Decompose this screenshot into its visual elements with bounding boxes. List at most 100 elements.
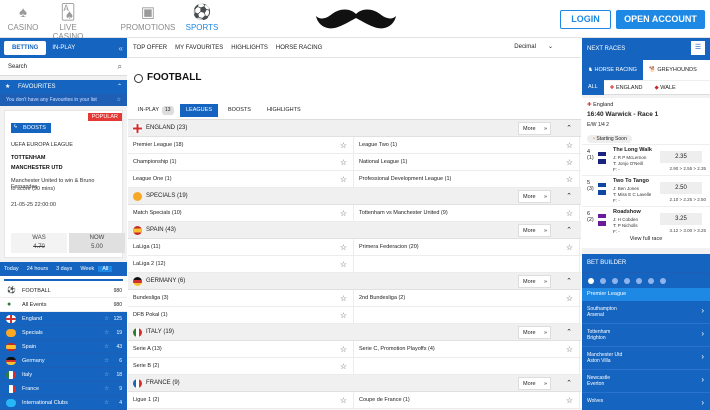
filter-all[interactable]: ALL — [582, 80, 604, 95]
league-item[interactable]: Serie A (13) ☆ — [128, 341, 354, 357]
chevron-up-icon[interactable]: ⌃ — [117, 80, 122, 94]
chevron-up-icon[interactable]: ⌃ — [566, 222, 572, 239]
star-icon[interactable]: ☆ — [104, 368, 109, 382]
league-item[interactable]: Tottenham vs Manchester United (9) ☆ — [354, 205, 580, 221]
sport-spain[interactable]: Spain ☆ 43 — [0, 340, 127, 354]
star-icon[interactable]: ☆ — [566, 392, 573, 409]
league-item[interactable]: Professional Development League (1) ☆ — [354, 171, 580, 187]
time-3-days[interactable]: 3 days — [52, 266, 76, 272]
boost-card[interactable]: POPULAR ϟ BOOSTS UEFA EUROPA LEAGUE TOTTE… — [4, 110, 125, 258]
star-icon[interactable]: ☆ — [566, 154, 573, 171]
time-24-hours[interactable]: 24 hours — [23, 266, 52, 272]
tab-horse-racing[interactable]: ♞ HORSE RACING — [582, 60, 643, 80]
basketball-icon[interactable] — [600, 277, 606, 284]
more-button[interactable]: More » — [518, 190, 551, 203]
bet-builder-match[interactable]: Manchester Utd Aston Villa › — [582, 347, 710, 370]
sport-england[interactable]: England ☆ 125 — [0, 312, 127, 326]
star-icon[interactable]: ☆ — [566, 205, 573, 222]
star-icon[interactable]: ☆ — [340, 307, 347, 324]
tab-in-play[interactable]: IN-PLAY 13 — [138, 104, 174, 117]
star-icon[interactable]: ☆ — [340, 205, 347, 222]
star-icon[interactable]: ☆ — [340, 171, 347, 188]
runner-name[interactable]: The Long Walk — [613, 147, 652, 153]
more-button[interactable]: More » — [518, 122, 551, 135]
view-full-race-link[interactable]: View full race — [582, 236, 710, 242]
chevron-up-icon[interactable]: ⌃ — [566, 273, 572, 290]
league-item[interactable]: LaLiga (11) ☆ — [128, 239, 354, 255]
star-icon[interactable]: ☆ — [104, 326, 109, 340]
time-week[interactable]: Week — [76, 266, 98, 272]
football-icon[interactable] — [660, 277, 666, 284]
star-icon[interactable]: ☆ — [340, 239, 347, 256]
sport-specials[interactable]: Specials ☆ 19 — [0, 326, 127, 340]
bet-builder-match[interactable]: Wolves › — [582, 393, 710, 410]
league-item[interactable]: Ligue 1 (2) ☆ — [128, 392, 354, 408]
tab-leagues[interactable]: LEAGUES — [180, 104, 218, 117]
time-all[interactable]: All — [98, 266, 113, 272]
chevron-up-icon[interactable]: ⌃ — [566, 324, 572, 341]
chevron-up-icon[interactable]: ⌃ — [566, 120, 572, 137]
rugby-icon[interactable] — [648, 277, 654, 284]
league-item[interactable]: DFB Pokal (1) ☆ — [128, 307, 354, 323]
league-item[interactable]: League Two (1) ☆ — [354, 137, 580, 153]
more-button[interactable]: More » — [518, 326, 551, 339]
bet-builder-match[interactable]: Tottenham Brighton › — [582, 324, 710, 347]
country-header[interactable]: ENGLAND (23) More » ⌃ — [128, 120, 581, 137]
country-header[interactable]: GERMANY (6) More » ⌃ — [128, 273, 581, 290]
race-title[interactable]: 16:40 Warwick - Race 1 — [587, 111, 658, 118]
star-icon[interactable]: ☆ — [104, 312, 109, 326]
star-icon[interactable]: ☆ — [566, 341, 573, 358]
league-item[interactable]: Match Specials (10) ☆ — [128, 205, 354, 221]
league-item[interactable]: Championship (1) ☆ — [128, 154, 354, 170]
sport-international-clubs[interactable]: International Clubs ☆ 4 — [0, 396, 127, 410]
star-icon[interactable]: ☆ — [340, 154, 347, 171]
time-today[interactable]: Today — [0, 266, 23, 272]
filter-england[interactable]: ✚ ENGLAND — [604, 85, 649, 91]
league-item[interactable]: Bundesliga (3) ☆ — [128, 290, 354, 306]
star-icon[interactable]: ☆ — [104, 382, 109, 396]
more-button[interactable]: More » — [518, 224, 551, 237]
tab-betting[interactable]: BETTING — [4, 41, 47, 55]
bet-builder-match[interactable]: Southampton Arsenal › — [582, 301, 710, 324]
chevron-up-icon[interactable]: ⌃ — [566, 188, 572, 205]
sport-italy[interactable]: Italy ☆ 18 — [0, 368, 127, 382]
league-item[interactable]: LaLiga 2 (12) ☆ — [128, 256, 354, 272]
odds-button[interactable]: 2.35 — [660, 151, 702, 163]
nav-sports[interactable]: ⚽ SPORTS — [184, 4, 220, 32]
star-icon[interactable]: ☆ — [566, 290, 573, 307]
favourites-header[interactable]: ★ FAVOURITES ⌃ — [0, 80, 127, 94]
odds-button[interactable]: 2.50 — [660, 182, 702, 194]
league-item[interactable]: Serie C, Promotion Playoffs (4) ☆ — [354, 341, 580, 357]
open-account-button[interactable]: OPEN ACCOUNT — [616, 10, 705, 29]
nav-promotions[interactable]: ▣ PROMOTIONS — [116, 4, 180, 32]
star-icon[interactable]: ☆ — [104, 354, 109, 368]
country-header[interactable]: SPECIALS (19) More » ⌃ — [128, 188, 581, 205]
league-item[interactable]: Primera Federacion (20) ☆ — [354, 239, 580, 255]
star-icon[interactable]: ☆ — [340, 290, 347, 307]
search-icon[interactable]: ⌕ — [118, 58, 122, 76]
star-icon[interactable]: ☆ — [340, 358, 347, 375]
sport-france[interactable]: France ☆ 9 — [0, 382, 127, 396]
league-item[interactable]: League One (1) ☆ — [128, 171, 354, 187]
odds-format-select[interactable]: Decimal ⌄ — [514, 43, 553, 50]
runner-name[interactable]: Roadshow — [613, 209, 641, 215]
search-input[interactable]: Search ⌕ — [0, 58, 127, 76]
baseball-icon[interactable] — [624, 277, 630, 284]
star-icon[interactable]: ☆ — [340, 256, 347, 273]
league-item[interactable]: Premier League (18) ☆ — [128, 137, 354, 153]
time-slider[interactable] — [0, 276, 127, 284]
menu-highlights[interactable]: HIGHLIGHTS — [228, 45, 271, 51]
star-icon[interactable]: ☆ — [340, 341, 347, 358]
menu-my-favourites[interactable]: MY FAVOURITES — [172, 45, 226, 51]
menu-horse-racing[interactable]: HORSE RACING — [273, 45, 325, 51]
star-icon[interactable]: ☆ — [340, 392, 347, 409]
tab-highlights[interactable]: HIGHLIGHTS — [267, 104, 301, 117]
login-button[interactable]: LOGIN — [560, 10, 611, 29]
tab-in-play[interactable]: IN-PLAY — [46, 45, 81, 51]
tennis-icon[interactable] — [612, 277, 618, 284]
star-icon[interactable]: ☆ — [104, 340, 109, 354]
hockey-icon[interactable] — [636, 277, 642, 284]
sport-germany[interactable]: Germany ☆ 6 — [0, 354, 127, 368]
more-button[interactable]: More » — [518, 377, 551, 390]
country-header[interactable]: ITALY (19) More » ⌃ — [128, 324, 581, 341]
